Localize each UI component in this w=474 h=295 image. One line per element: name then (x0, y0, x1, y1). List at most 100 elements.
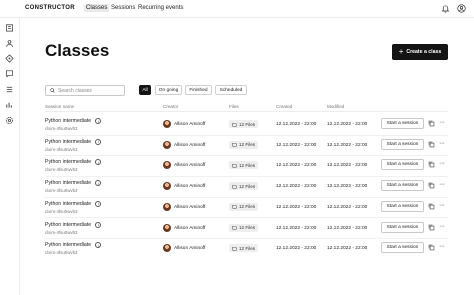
session-code: clxim-4fsu0wvb3 (45, 167, 78, 173)
session-name-text: Python intermediate (45, 159, 92, 166)
search-box[interactable] (45, 85, 125, 96)
filter-all[interactable]: All (139, 85, 151, 95)
info-icon[interactable]: i (95, 159, 102, 166)
info-icon[interactable]: i (95, 118, 102, 124)
session-name-text: Python intermediate (45, 180, 92, 187)
modified-date: 12.12.2022 - 22:00 (327, 184, 368, 190)
info-icon[interactable]: i (95, 242, 102, 249)
more-icon[interactable]: ··· (439, 181, 445, 188)
session-name[interactable]: Python intermediate i (45, 200, 102, 207)
column-header-created[interactable]: Created (276, 104, 292, 109)
folder-icon (232, 163, 237, 168)
copy-icon[interactable] (428, 244, 435, 251)
info-icon[interactable]: i (95, 200, 102, 207)
sidebar (0, 18, 20, 295)
session-name[interactable]: Python intermediate i (45, 118, 102, 124)
nav-tab-recurring-events[interactable]: Recurring events (136, 4, 185, 12)
start-session-button[interactable]: Start a session (381, 221, 424, 233)
nav-tab-classes[interactable]: Classes (84, 4, 110, 12)
chat-icon[interactable] (5, 69, 14, 78)
filter-on-going[interactable]: On going (155, 85, 182, 95)
table-row[interactable]: Python intermediate i clxim-4fsu0wvb3 Allis… (45, 198, 448, 218)
search-icon (50, 88, 55, 93)
session-name[interactable]: Python intermediate i (45, 242, 102, 249)
session-name[interactable]: Python intermediate i (45, 180, 102, 187)
plus-icon: + (398, 47, 404, 56)
session-name[interactable]: Python intermediate i (45, 159, 102, 166)
start-session-button[interactable]: Start a session (381, 180, 424, 192)
filter-finished[interactable]: Finished (185, 85, 212, 95)
table-row[interactable]: Python intermediate i clxim-4fsu0wvb3 Allis… (45, 115, 448, 135)
files-badge[interactable]: 12 Files (229, 244, 259, 253)
table-row[interactable]: Python intermediate i clxim-4fsu0wvb3 Allis… (45, 156, 448, 176)
files-badge[interactable]: 12 Files (229, 140, 259, 149)
copy-icon[interactable] (428, 141, 435, 148)
creator-name: Allison Aminoff (174, 204, 206, 210)
session-name[interactable]: Python intermediate i (45, 221, 102, 228)
target-icon[interactable] (5, 54, 14, 63)
more-icon[interactable]: ··· (439, 119, 445, 126)
chart-icon[interactable] (5, 100, 14, 109)
copy-icon[interactable] (428, 161, 435, 168)
created-date: 12.12.2022 - 22:00 (276, 122, 317, 127)
start-session-button[interactable]: Start a session (381, 118, 424, 129)
table-row[interactable]: Python intermediate i clxim-4fsu0wvb3 Allis… (45, 177, 448, 197)
start-session-button[interactable]: Start a session (381, 200, 424, 212)
info-icon[interactable]: i (95, 138, 102, 145)
copy-icon[interactable] (428, 182, 435, 189)
files-badge[interactable]: 12 Files (229, 202, 259, 211)
nav-tab-sessions[interactable]: Sessions (109, 4, 137, 12)
column-header-creator[interactable]: Creator (163, 104, 178, 109)
files-badge[interactable]: 12 Files (229, 161, 259, 170)
settings-icon[interactable] (5, 116, 14, 125)
list-icon[interactable] (5, 85, 14, 94)
created-date: 12.12.2022 - 22:00 (276, 142, 317, 148)
column-header-modified[interactable]: Modified (327, 104, 344, 109)
column-header-session-name[interactable]: Session name (45, 104, 74, 109)
avatar (163, 182, 171, 191)
session-name-text: Python intermediate (45, 200, 92, 207)
modified-date: 12.12.2022 - 22:00 (327, 122, 368, 127)
people-icon[interactable] (5, 39, 14, 48)
column-header-files[interactable]: Files (229, 104, 239, 109)
session-code: clxim-4fsu0wvb3 (45, 208, 78, 214)
start-session-button[interactable]: Start a session (381, 138, 424, 150)
session-code: clxim-4fsu0wvb3 (45, 146, 78, 152)
more-icon[interactable]: ··· (439, 140, 445, 147)
info-icon[interactable]: i (95, 221, 102, 228)
more-icon[interactable]: ··· (439, 160, 445, 167)
info-icon[interactable]: i (95, 180, 102, 187)
avatar (163, 161, 171, 170)
create-class-button[interactable]: + Create a class (392, 44, 448, 60)
created-date: 12.12.2022 - 22:00 (276, 163, 317, 169)
search-input[interactable] (58, 87, 122, 94)
start-session-button[interactable]: Start a session (381, 159, 424, 171)
copy-icon[interactable] (428, 203, 435, 210)
session-name[interactable]: Python intermediate i (45, 138, 102, 145)
creator-name: Allison Aminoff (174, 225, 206, 231)
created-date: 12.12.2022 - 22:00 (276, 246, 317, 252)
bell-icon[interactable] (441, 4, 450, 13)
files-badge[interactable]: 12 Files (229, 120, 259, 128)
table-row[interactable]: Python intermediate i clxim-4fsu0wvb3 Allis… (45, 219, 448, 239)
session-code: clxim-4fsu0wvb3 (45, 229, 78, 235)
files-badge[interactable]: 12 Files (229, 223, 259, 232)
more-icon[interactable]: ··· (439, 202, 445, 209)
more-icon[interactable]: ··· (439, 223, 445, 230)
table-row[interactable]: Python intermediate i clxim-4fsu0wvb3 Allis… (45, 239, 448, 259)
table-row[interactable]: Python intermediate i clxim-4fsu0wvb3 Allis… (45, 136, 448, 156)
user-icon[interactable] (457, 4, 466, 13)
folder-icon (232, 184, 237, 189)
copy-icon[interactable] (428, 120, 435, 127)
files-badge[interactable]: 12 Files (229, 182, 259, 191)
modified-date: 12.12.2022 - 22:00 (327, 204, 368, 210)
copy-icon[interactable] (428, 224, 435, 231)
app-logo[interactable]: CONSTRUCTOR (25, 5, 75, 11)
more-icon[interactable]: ··· (439, 243, 445, 250)
creator-name: Allison Aminoff (174, 163, 206, 169)
folder-icon (232, 143, 237, 147)
building-icon[interactable] (5, 23, 14, 32)
creator-name: Allison Aminoff (174, 142, 206, 148)
filter-scheduled[interactable]: Scheduled (215, 85, 247, 95)
start-session-button[interactable]: Start a session (381, 242, 424, 254)
